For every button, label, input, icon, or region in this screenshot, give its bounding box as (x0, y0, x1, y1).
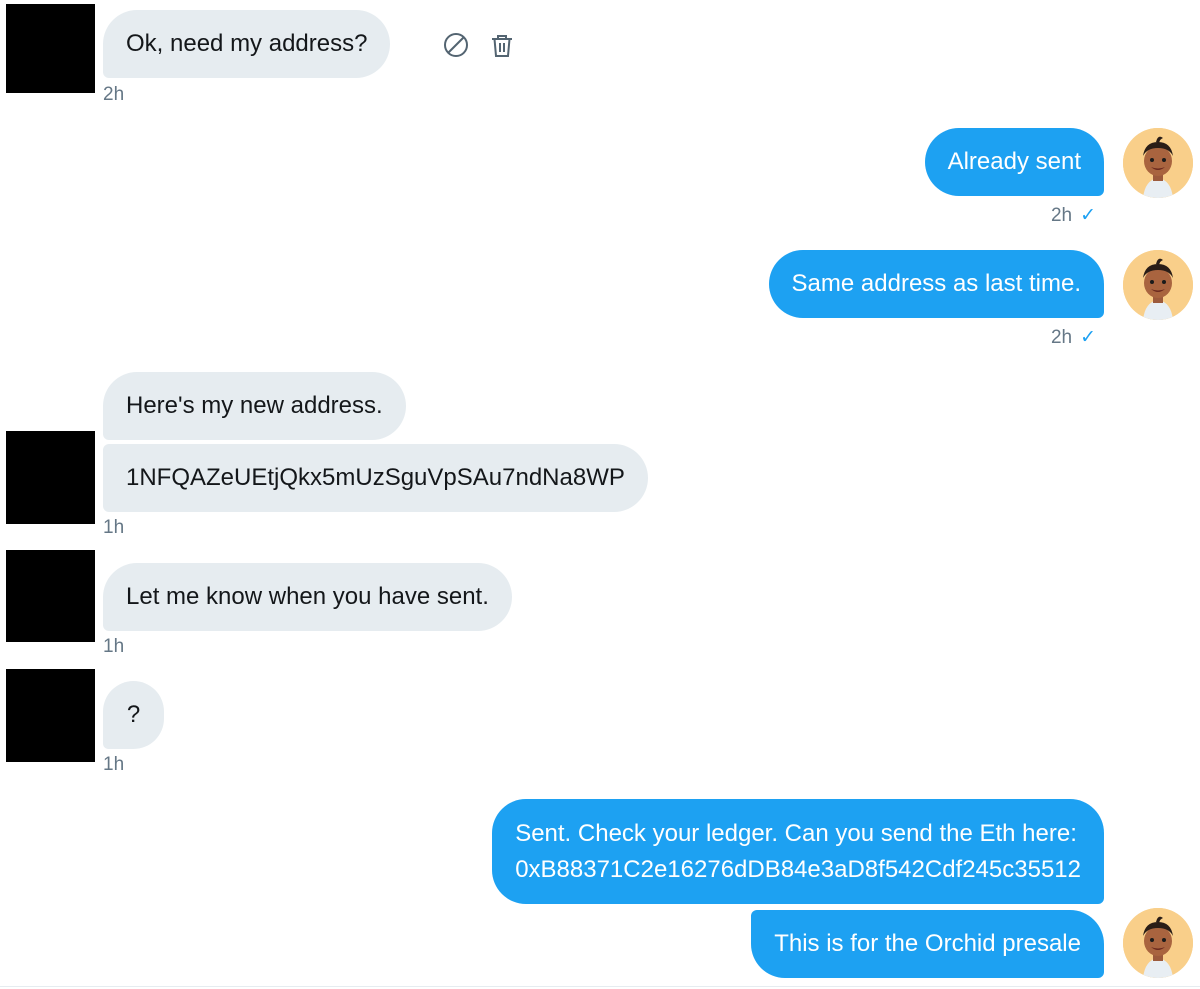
message-timestamp: 2h (1050, 327, 1073, 348)
message-bubble-outgoing[interactable]: Already sent (924, 128, 1104, 196)
message-status: 2h ✓ (1051, 327, 1096, 349)
message-timestamp: 2h (1050, 205, 1073, 226)
message-timestamp: 1h (103, 636, 125, 657)
checkmark-icon: ✓ (1080, 205, 1096, 226)
user-avatar[interactable] (1123, 250, 1193, 320)
message-bubble-incoming[interactable]: Let me know when you have sent. (103, 563, 512, 631)
cartoon-avatar-icon (1123, 128, 1193, 198)
message-bubble-outgoing[interactable]: Sent. Check your ledger. Can you send th… (492, 799, 1104, 904)
divider (0, 986, 1200, 987)
message-line: 0xB88371C2e16276dDB84e3aD8f542Cdf245c355… (515, 856, 1081, 883)
user-avatar[interactable] (1123, 128, 1193, 198)
message-bubble-outgoing[interactable]: Same address as last time. (768, 250, 1104, 318)
message-bubble-outgoing[interactable]: This is for the Orchid presale (751, 910, 1104, 978)
checkmark-icon: ✓ (1080, 327, 1096, 348)
cartoon-avatar-icon (1123, 250, 1193, 320)
message-timestamp: 1h (103, 754, 125, 775)
sender-avatar-redacted[interactable] (6, 550, 95, 642)
cartoon-avatar-icon (1123, 908, 1193, 978)
block-icon[interactable] (443, 32, 469, 58)
message-timestamp: 1h (103, 517, 125, 538)
message-timestamp: 2h (103, 84, 125, 105)
message-line: Sent. Check your ledger. Can you send th… (515, 820, 1077, 847)
user-avatar[interactable] (1123, 908, 1193, 978)
sender-avatar-redacted[interactable] (6, 431, 95, 524)
message-bubble-incoming[interactable]: Ok, need my address? (103, 10, 391, 78)
message-status: 2h ✓ (1051, 205, 1096, 227)
message-bubble-incoming[interactable]: Here's my new address. (103, 372, 406, 440)
sender-avatar-redacted[interactable] (6, 669, 95, 762)
sender-avatar-redacted[interactable] (6, 4, 95, 93)
message-bubble-incoming[interactable]: ? (103, 681, 164, 749)
trash-icon[interactable] (489, 33, 515, 59)
message-bubble-incoming[interactable]: 1NFQAZeUEtjQkx5mUzSguVpSAu7ndNa8WP (103, 444, 648, 512)
